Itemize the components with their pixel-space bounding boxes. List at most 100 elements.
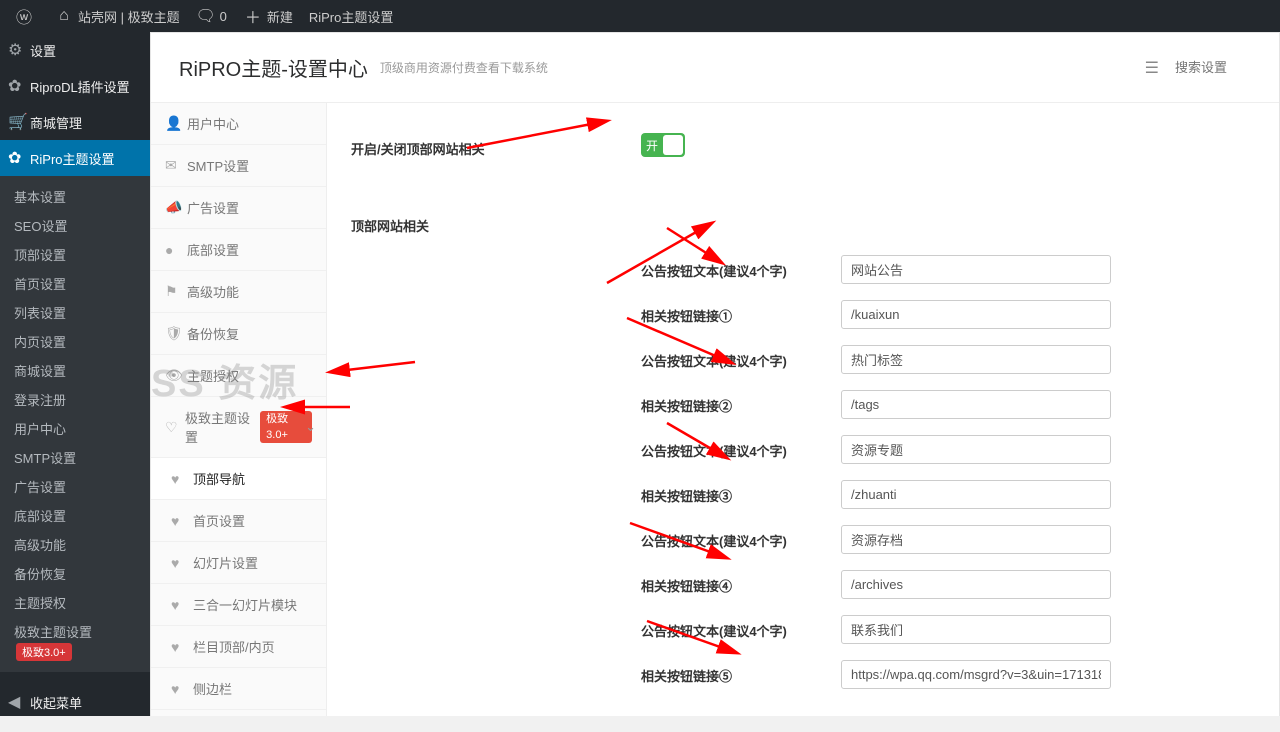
settings-subtab[interactable]: ♥栏目顶部/内页: [151, 626, 326, 668]
tab-label: 底部设置: [187, 240, 239, 259]
wp-menu-item[interactable]: ✿RiproDL插件设置: [0, 68, 150, 104]
wp-menu-item[interactable]: 🛒商城管理: [0, 104, 150, 140]
settings-tab[interactable]: 👁主题授权: [151, 355, 326, 397]
form-row: 相关按钮链接⑤: [641, 652, 1255, 697]
wp-submenu-item[interactable]: 首页设置: [0, 269, 150, 298]
menu-label: 设置: [30, 41, 56, 60]
form-row: 相关按钮链接④: [641, 562, 1255, 607]
settings-tab[interactable]: 🛡备份恢复: [151, 313, 326, 355]
tab-label: 栏目顶部/内页: [193, 637, 275, 656]
settings-wrap: RiPRO主题-设置中心 顶级商用资源付费查看下载系统 ☰ 👤用户中心✉SMTP…: [150, 32, 1280, 716]
menu-label: RiPro主题设置: [30, 149, 115, 168]
wp-submenu-item[interactable]: 备份恢复: [0, 559, 150, 588]
comments-count: 0: [220, 9, 227, 24]
settings-panel: RiPRO主题-设置中心 顶级商用资源付费查看下载系统 ☰ 👤用户中心✉SMTP…: [150, 32, 1280, 716]
site-name-link[interactable]: ⌂站壳网 | 极致主题: [46, 0, 188, 32]
settings-subtab[interactable]: ♥幻灯片设置: [151, 542, 326, 584]
text-input[interactable]: [841, 570, 1111, 599]
form-row: 公告按钮文本(建议4个字): [641, 247, 1255, 292]
wp-submenu-item[interactable]: 广告设置: [0, 472, 150, 501]
tab-icon: ✉: [165, 157, 187, 174]
field-label: 公告按钮文本(建议4个字): [641, 435, 841, 460]
text-input[interactable]: [841, 345, 1111, 374]
wp-submenu-item[interactable]: 高级功能: [0, 530, 150, 559]
text-input[interactable]: [841, 300, 1111, 329]
settings-tab-jizhi[interactable]: ♡极致主题设置极致3.0+⌄: [151, 397, 326, 458]
toggle-label: 开启/关闭顶部网站相关: [351, 133, 641, 158]
chevron-down-icon: ⌄: [305, 419, 316, 435]
heart-icon: ♥: [171, 555, 193, 571]
menu-icon: ⚙: [8, 40, 30, 60]
text-input[interactable]: [841, 435, 1111, 464]
heart-icon: ♥: [171, 471, 193, 487]
tab-icon: ♡: [165, 419, 185, 436]
settings-tab[interactable]: 📣广告设置: [151, 187, 326, 229]
panel-header: RiPRO主题-设置中心 顶级商用资源付费查看下载系统 ☰: [151, 33, 1279, 103]
ripro-settings-link[interactable]: RiPro主题设置: [301, 0, 402, 32]
settings-tab[interactable]: ●底部设置: [151, 229, 326, 271]
text-input[interactable]: [841, 390, 1111, 419]
form-row: 公告按钮文本(建议4个字): [641, 517, 1255, 562]
toggle-row: 开启/关闭顶部网站相关 开: [351, 121, 1255, 172]
heart-icon: ♥: [171, 639, 193, 655]
text-input[interactable]: [841, 255, 1111, 284]
menu-icon: ✿: [8, 148, 30, 168]
collapse-menu[interactable]: ◀收起菜单: [0, 684, 150, 716]
tab-label: SMTP设置: [187, 156, 249, 175]
wp-menu-item[interactable]: ⚙设置: [0, 32, 150, 68]
wp-submenu-item[interactable]: 主题授权: [0, 588, 150, 617]
settings-tab[interactable]: ⚑高级功能: [151, 271, 326, 313]
heart-icon: ♥: [171, 597, 193, 613]
collapse-icon: ◀: [8, 692, 30, 712]
new-content-link[interactable]: ＋新建: [235, 0, 301, 32]
wp-submenu-item[interactable]: 顶部设置: [0, 240, 150, 269]
field-label: 相关按钮链接⑤: [641, 660, 841, 685]
tab-label: 极致主题设置: [185, 408, 256, 446]
field-label: 公告按钮文本(建议4个字): [641, 525, 841, 550]
wp-submenu-item[interactable]: 基本设置: [0, 182, 150, 211]
wp-submenu-item[interactable]: 极致主题设置极致3.0+: [0, 617, 150, 666]
wp-submenu-item[interactable]: 底部设置: [0, 501, 150, 530]
toggle-switch[interactable]: 开: [641, 133, 685, 157]
text-input[interactable]: [841, 615, 1111, 644]
form-row: 相关按钮链接③: [641, 472, 1255, 517]
wp-submenu-item[interactable]: SEO设置: [0, 211, 150, 240]
form-row: 公告按钮文本(建议4个字): [641, 427, 1255, 472]
text-input[interactable]: [841, 660, 1111, 689]
page-subtitle: 顶级商用资源付费查看下载系统: [380, 59, 548, 76]
new-label: 新建: [267, 7, 293, 26]
settings-subtab[interactable]: ♥底部设置: [151, 710, 326, 716]
wp-submenu-item[interactable]: 商城设置: [0, 356, 150, 385]
wp-submenu-item[interactable]: 内页设置: [0, 327, 150, 356]
settings-subtab[interactable]: ♥顶部导航: [151, 458, 326, 500]
text-input[interactable]: [841, 480, 1111, 509]
wp-submenu-item[interactable]: 列表设置: [0, 298, 150, 327]
comments-link[interactable]: 🗨0: [188, 0, 235, 32]
form-row: 公告按钮文本(建议4个字): [641, 337, 1255, 382]
expand-icon[interactable]: ☰: [1145, 58, 1159, 78]
search-settings-input[interactable]: [1171, 56, 1251, 79]
settings-subtab[interactable]: ♥侧边栏: [151, 668, 326, 710]
tab-icon: 📣: [165, 199, 187, 216]
settings-subtab[interactable]: ♥首页设置: [151, 500, 326, 542]
tab-label: 顶部导航: [193, 469, 245, 488]
heart-icon: ♥: [171, 513, 193, 529]
field-label: 相关按钮链接④: [641, 570, 841, 595]
wp-menu-item[interactable]: ✿RiPro主题设置: [0, 140, 150, 176]
wp-submenu-item[interactable]: 登录注册: [0, 385, 150, 414]
wp-submenu-item[interactable]: 用户中心: [0, 414, 150, 443]
wp-admin-sidebar: ⚙设置✿RiproDL插件设置🛒商城管理✿RiPro主题设置基本设置SEO设置顶…: [0, 32, 150, 716]
settings-tab[interactable]: ✉SMTP设置: [151, 145, 326, 187]
text-input[interactable]: [841, 525, 1111, 554]
settings-subtab[interactable]: ♥三合一幻灯片模块: [151, 584, 326, 626]
section-header-row: 顶部网站相关: [351, 198, 1255, 247]
field-label: 相关按钮链接②: [641, 390, 841, 415]
wp-logo[interactable]: ⓦ: [6, 0, 46, 32]
heart-icon: ♥: [171, 681, 193, 697]
menu-label: 商城管理: [30, 113, 82, 132]
tab-icon: 🛡: [165, 325, 187, 342]
wp-submenu: 基本设置SEO设置顶部设置首页设置列表设置内页设置商城设置登录注册用户中心SMT…: [0, 176, 150, 672]
settings-tab[interactable]: 👤用户中心: [151, 103, 326, 145]
wp-submenu-item[interactable]: SMTP设置: [0, 443, 150, 472]
page-title: RiPRO主题-设置中心: [179, 53, 368, 82]
